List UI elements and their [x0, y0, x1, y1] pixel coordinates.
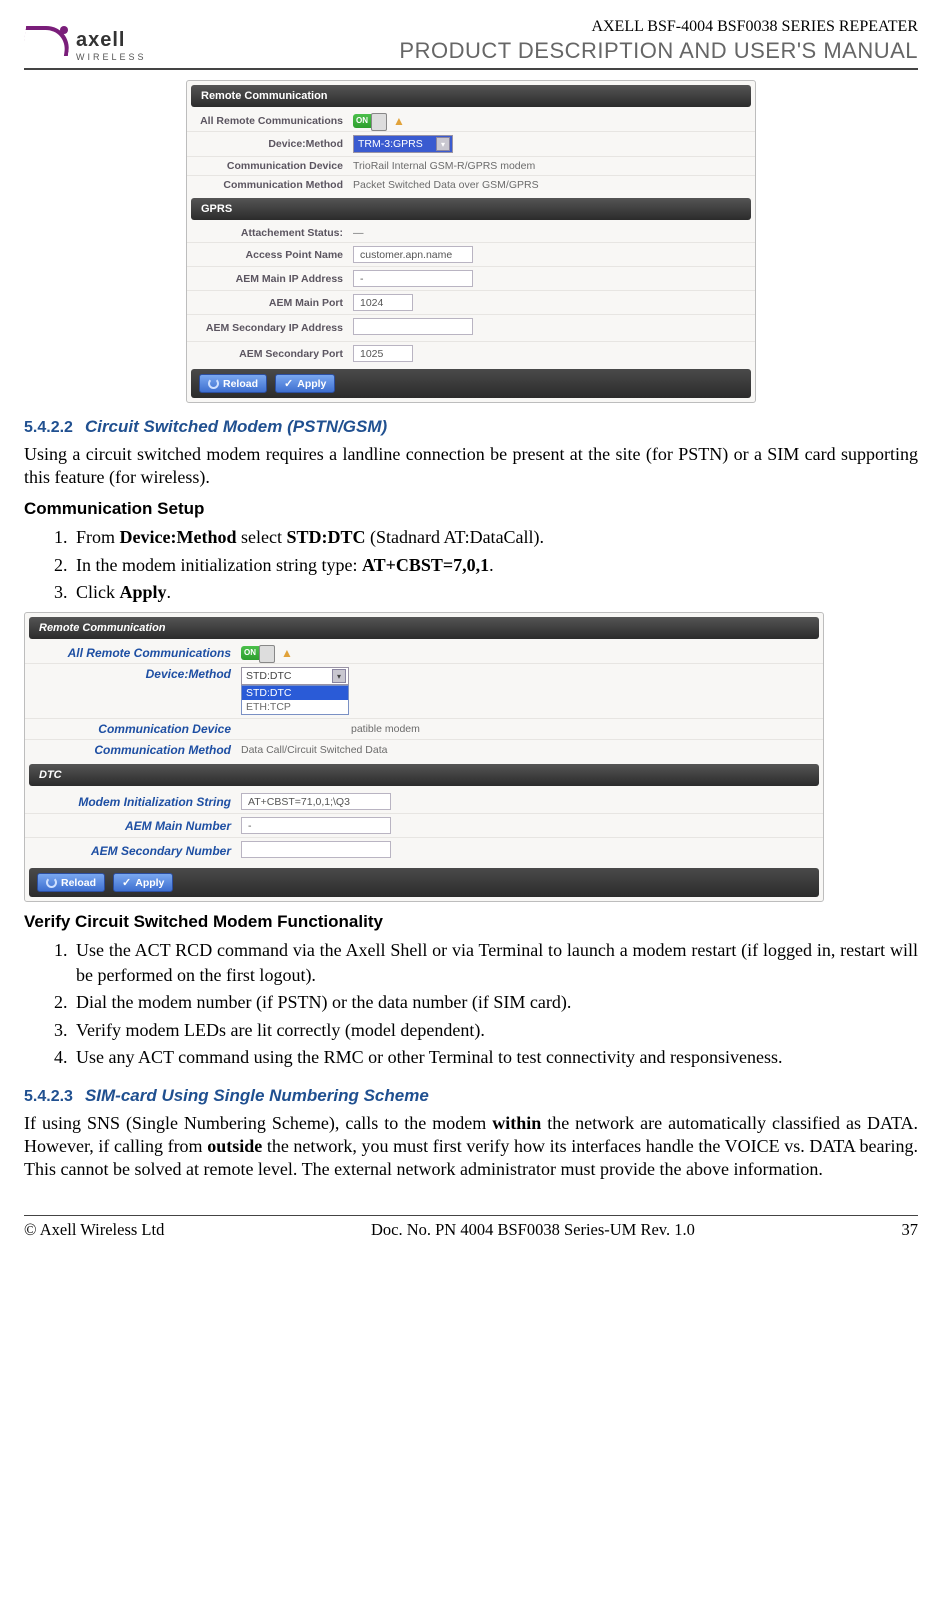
label-comm-device: Communication Device — [193, 160, 353, 172]
reload-button-2[interactable]: Reload — [37, 873, 105, 892]
section-bar-gprs: GPRS — [191, 198, 751, 220]
logo-mark-icon — [24, 26, 70, 64]
label-attach-status: Attachement Status: — [193, 227, 353, 239]
footer-docnum: Doc. No. PN 4004 BSF0038 Series-UM Rev. … — [371, 1220, 695, 1240]
label-all-remote-comm: All Remote Communications — [193, 115, 353, 127]
label-device-method-2: Device:Method — [31, 667, 241, 681]
verify-step-1: Use the ACT RCD command via the Axell Sh… — [72, 938, 918, 987]
input-main-port[interactable]: 1024 — [353, 294, 413, 311]
header-model-line: AXELL BSF-4004 BSF0038 SERIES REPEATER — [399, 18, 918, 36]
verify-step-2: Dial the modem number (if PSTN) or the d… — [72, 990, 918, 1014]
section-bar-remote-comm: Remote Communication — [191, 85, 751, 107]
reload-button-2-label: Reload — [61, 877, 96, 889]
value-comm-device-2: patible modem — [241, 723, 420, 735]
warning-icon: ▲ — [393, 114, 405, 128]
label-comm-method: Communication Method — [193, 179, 353, 191]
screenshot-remote-comm-dtc: Remote Communication All Remote Communic… — [24, 612, 824, 902]
page-footer: © Axell Wireless Ltd Doc. No. PN 4004 BS… — [24, 1215, 918, 1240]
section-bar-remote-comm-2: Remote Communication — [29, 617, 819, 639]
page-header: axell WIRELESS AXELL BSF-4004 BSF0038 SE… — [24, 18, 918, 70]
label-comm-method-2: Communication Method — [31, 743, 241, 757]
dropdown-device-method: STD:DTC ETH:TCP — [241, 685, 349, 715]
label-sec-port: AEM Secondary Port — [193, 348, 353, 360]
verify-step-4: Use any ACT command using the RMC or oth… — [72, 1045, 918, 1069]
select-device-method-2[interactable]: STD:DTC ▾ — [241, 667, 349, 685]
label-comm-device-2: Communication Device — [31, 722, 241, 736]
select-device-method-value: TRM-3:GPRS — [358, 138, 423, 150]
section-54222-intro: Using a circuit switched modem requires … — [24, 443, 918, 489]
input-init-string[interactable]: AT+CBST=71,0,1;\Q3 — [241, 793, 391, 810]
select-device-method[interactable]: TRM-3:GPRS ▾ — [353, 135, 453, 153]
reload-button-label: Reload — [223, 378, 258, 390]
section-number-54222: 5.4.2.2 — [24, 419, 73, 436]
label-apn: Access Point Name — [193, 249, 353, 261]
chevron-down-icon: ▾ — [436, 137, 450, 151]
button-bar: Reload ✓ Apply — [191, 369, 751, 398]
toggle-all-remote-comm-2[interactable]: ON — [241, 646, 275, 660]
section-title-54222: Circuit Switched Modem (PSTN/GSM) — [85, 417, 387, 436]
brand-name: axell — [76, 29, 147, 52]
section-number-54223: 5.4.2.3 — [24, 1088, 73, 1105]
value-attach-status: — — [353, 227, 364, 239]
reload-icon — [208, 378, 219, 389]
screenshot-remote-comm-gprs: Remote Communication All Remote Communic… — [186, 80, 756, 403]
verify-step-3: Verify modem LEDs are lit correctly (mod… — [72, 1018, 918, 1042]
heading-comm-setup: Communication Setup — [24, 499, 918, 519]
label-sec-number: AEM Secondary Number — [31, 844, 241, 858]
footer-page-number: 37 — [902, 1220, 919, 1240]
step-2: In the modem initialization string type:… — [72, 553, 918, 577]
section-bar-dtc: DTC — [29, 764, 819, 786]
input-apn[interactable]: customer.apn.name — [353, 246, 473, 263]
label-sec-ip: AEM Secondary IP Address — [193, 322, 353, 334]
input-sec-number[interactable] — [241, 841, 391, 858]
apply-button[interactable]: ✓ Apply — [275, 374, 335, 393]
label-main-ip: AEM Main IP Address — [193, 273, 353, 285]
value-comm-method: Packet Switched Data over GSM/GPRS — [353, 179, 539, 191]
dropdown-option-ethtcp[interactable]: ETH:TCP — [242, 700, 348, 714]
label-init-string: Modem Initialization String — [31, 795, 241, 809]
header-product-line: PRODUCT DESCRIPTION AND USER'S MANUAL — [399, 38, 918, 64]
verify-steps: Use the ACT RCD command via the Axell Sh… — [24, 938, 918, 1069]
label-device-method: Device:Method — [193, 138, 353, 150]
comm-setup-steps: From Device:Method select STD:DTC (Stadn… — [24, 525, 918, 604]
label-main-number: AEM Main Number — [31, 819, 241, 833]
apply-button-2-label: Apply — [135, 877, 164, 889]
input-main-ip[interactable]: - — [353, 270, 473, 287]
value-comm-method-2: Data Call/Circuit Switched Data — [241, 744, 387, 756]
button-bar-2: Reload ✓ Apply — [29, 868, 819, 897]
section-title-54223: SIM-card Using Single Numbering Scheme — [85, 1086, 429, 1105]
label-main-port: AEM Main Port — [193, 297, 353, 309]
reload-icon-2 — [46, 877, 57, 888]
brand-subtext: WIRELESS — [76, 52, 147, 62]
check-icon-2: ✓ — [122, 876, 131, 889]
value-comm-device: TrioRail Internal GSM-R/GPRS modem — [353, 160, 535, 172]
dropdown-option-stddtc[interactable]: STD:DTC — [242, 686, 348, 700]
warning-icon-2: ▲ — [281, 646, 293, 660]
section-54223-body: If using SNS (Single Numbering Scheme), … — [24, 1112, 918, 1181]
chevron-down-icon-2: ▾ — [332, 669, 346, 683]
reload-button[interactable]: Reload — [199, 374, 267, 393]
brand-logo: axell WIRELESS — [24, 26, 147, 64]
input-sec-port[interactable]: 1025 — [353, 345, 413, 362]
check-icon: ✓ — [284, 377, 293, 390]
apply-button-2[interactable]: ✓ Apply — [113, 873, 173, 892]
input-sec-ip[interactable] — [353, 318, 473, 335]
label-all-remote-comm-2: All Remote Communications — [31, 646, 241, 660]
input-main-number[interactable]: - — [241, 817, 391, 834]
footer-copyright: © Axell Wireless Ltd — [24, 1220, 164, 1240]
apply-button-label: Apply — [297, 378, 326, 390]
step-1: From Device:Method select STD:DTC (Stadn… — [72, 525, 918, 549]
toggle-all-remote-comm[interactable]: ON — [353, 114, 387, 128]
heading-verify: Verify Circuit Switched Modem Functional… — [24, 912, 918, 932]
step-3: Click Apply. — [72, 580, 918, 604]
select-device-method-2-value: STD:DTC — [246, 670, 292, 682]
